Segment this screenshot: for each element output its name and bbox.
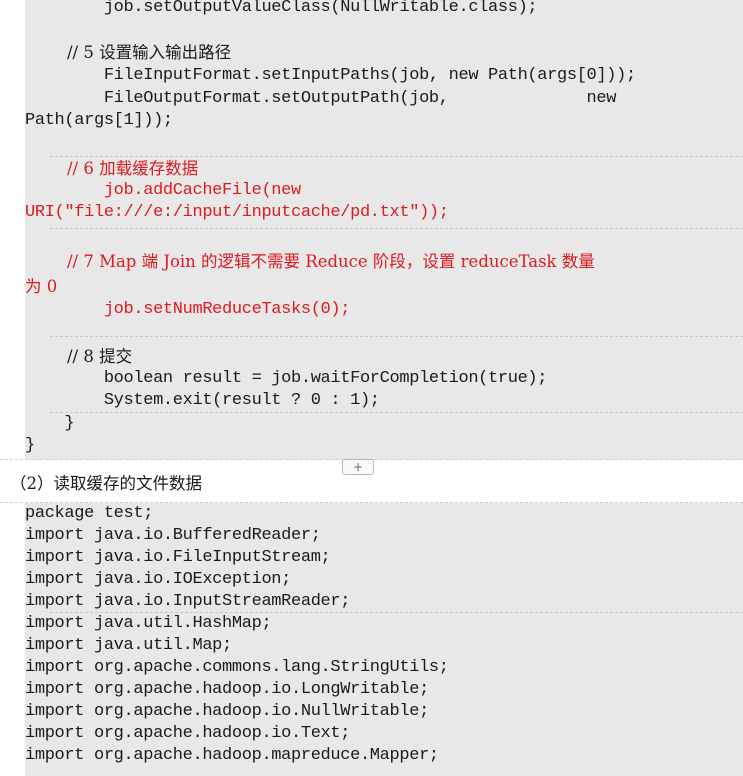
code-line: import org.apache.hadoop.io.Text;: [25, 724, 351, 743]
code-line: URI("file:///e:/input/inputcache/pd.txt"…: [25, 203, 449, 222]
line-divider: [50, 228, 743, 229]
code-line: }: [25, 414, 75, 433]
code-line: package test;: [25, 504, 154, 523]
code-line: System.exit(result ? 0 : 1);: [25, 391, 380, 410]
code-line: FileOutputFormat.setOutputPath(job, new: [25, 89, 617, 108]
code-block-top: job.setOutputValueClass(NullWritable.cla…: [25, 0, 743, 460]
code-line: FileInputFormat.setInputPaths(job, new P…: [25, 66, 636, 85]
code-comment: // 8 提交: [25, 347, 133, 366]
code-line: import org.apache.hadoop.io.NullWritable…: [25, 702, 429, 721]
code-line: }: [25, 436, 35, 455]
code-line: import java.io.BufferedReader;: [25, 526, 321, 545]
code-line: job.addCacheFile(new: [25, 181, 301, 200]
code-comment: // 6 加载缓存数据: [25, 159, 199, 178]
add-block-button[interactable]: +: [342, 459, 374, 475]
code-comment: // 5 设置输入输出路径: [25, 43, 232, 62]
code-comment: 为 0: [25, 277, 58, 296]
code-comment: // 7 Map 端 Join 的逻辑不需要 Reduce 阶段，设置 redu…: [25, 252, 595, 271]
code-line: import java.util.Map;: [25, 636, 232, 655]
code-line: import java.io.FileInputStream;: [25, 548, 331, 567]
code-line: import java.util.HashMap;: [25, 614, 272, 633]
code-line: job.setOutputValueClass(NullWritable.cla…: [25, 0, 538, 17]
code-line: job.setNumReduceTasks(0);: [25, 300, 351, 319]
code-line: boolean result = job.waitForCompletion(t…: [25, 369, 548, 388]
code-block-bottom: package test; import java.io.BufferedRea…: [25, 503, 743, 776]
code-line: import org.apache.hadoop.mapreduce.Mappe…: [25, 746, 439, 765]
code-line: Path(args[1]));: [25, 111, 173, 130]
code-line: import org.apache.hadoop.io.LongWritable…: [25, 680, 429, 699]
code-line: import java.io.InputStreamReader;: [25, 592, 351, 611]
section-title: （2）读取缓存的文件数据: [10, 474, 202, 493]
code-line: import org.apache.commons.lang.StringUti…: [25, 658, 449, 677]
code-line: import java.io.IOException;: [25, 570, 291, 589]
line-divider: [50, 156, 743, 157]
line-divider: [50, 336, 743, 337]
